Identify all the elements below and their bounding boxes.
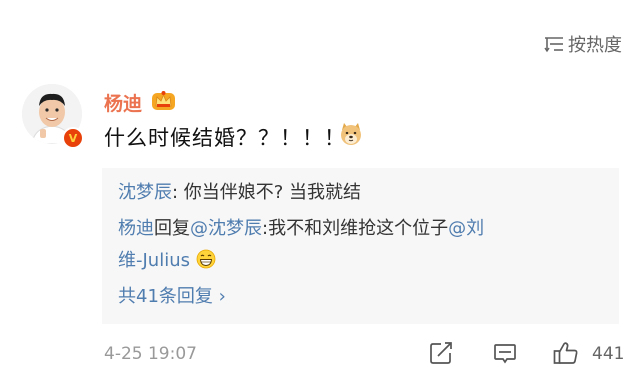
laughing-emoji-icon [196, 249, 216, 269]
comment-username[interactable]: 杨迪 [104, 89, 142, 116]
view-more-replies-link[interactable]: 共41条回复 › [118, 282, 226, 308]
sort-lines-icon [544, 37, 563, 53]
thumbs-up-icon[interactable] [553, 341, 579, 365]
like-count: 441 [592, 344, 625, 364]
reply-text: :我不和刘维抢这个位子 [262, 218, 449, 239]
reply-item: 沈梦辰: 你当伴娘不? 当我就结 [118, 178, 361, 204]
reply-text: : 你当伴娘不? 当我就结 [172, 182, 362, 203]
reply-word: 回复 [154, 218, 190, 239]
comment-bubble-icon[interactable] [493, 341, 517, 365]
replies-panel: 沈梦辰: 你当伴娘不? 当我就结 杨迪回复@沈梦辰:我不和刘维抢这个位子@刘 维… [102, 168, 619, 324]
verified-v-icon: V [62, 127, 84, 149]
doge-emoji-icon [341, 123, 361, 145]
sort-by-heat-button[interactable]: 按热度 [544, 32, 622, 56]
comment-timestamp: 4-25 19:07 [104, 344, 197, 364]
reply-mention-liuwei-cont[interactable]: 维-Julius [118, 250, 190, 271]
comment-text: 什么时候结婚？？！！！ [104, 126, 346, 150]
reply-author[interactable]: 沈梦辰 [118, 182, 172, 203]
reply-item: 杨迪回复@沈梦辰:我不和刘维抢这个位子@刘 [118, 214, 484, 240]
vip-crown-badge-icon [152, 91, 175, 110]
reply-mention-liuwei[interactable]: @刘 [448, 218, 484, 239]
reply-mention[interactable]: @沈梦辰 [190, 218, 262, 239]
reply-item-continued: 维-Julius [118, 246, 216, 272]
share-edit-icon[interactable] [429, 341, 453, 365]
sort-label: 按热度 [568, 35, 622, 56]
reply-author[interactable]: 杨迪 [118, 218, 154, 239]
